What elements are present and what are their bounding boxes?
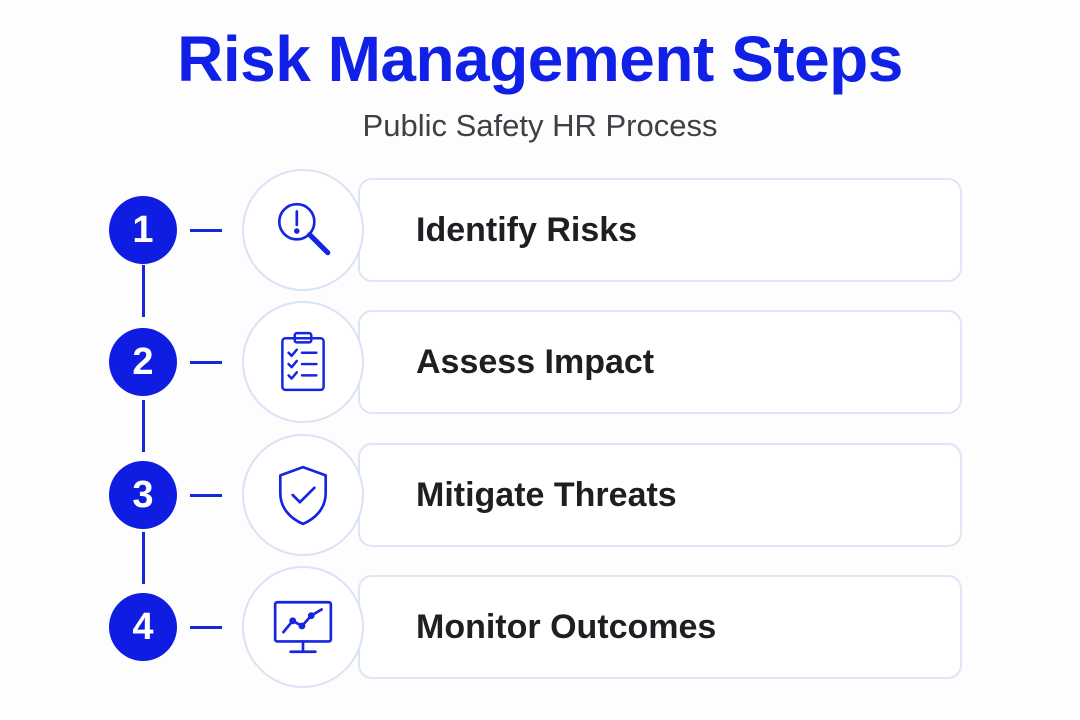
step-1: 1 Identify Risks: [0, 169, 1080, 291]
step-number-badge: 1: [109, 196, 177, 264]
step-connector: [190, 626, 222, 629]
step-number-badge: 2: [109, 328, 177, 396]
step-label: Identify Risks: [416, 211, 638, 249]
magnifier-alert-icon: [277, 202, 331, 256]
monitor-chart-icon: [273, 600, 333, 654]
step-connector: [190, 494, 222, 497]
page-title: Risk Management Steps: [177, 23, 903, 95]
step-number-badge: 4: [109, 593, 177, 661]
step-icon-circle: [242, 566, 364, 688]
step-icon-circle: [242, 301, 364, 423]
step-connector: [190, 361, 222, 364]
step-icon-circle: [242, 169, 364, 291]
step-label: Monitor Outcomes: [416, 608, 717, 646]
clipboard-checklist-icon: [281, 331, 325, 392]
step-connector: [190, 229, 222, 232]
shield-check-icon: [278, 465, 328, 526]
step-number-badge: 3: [109, 461, 177, 529]
page-subtitle: Public Safety HR Process: [362, 108, 718, 143]
step-2: 2 Assess Impact: [0, 301, 1080, 423]
step-3: 3 Mitigate Threats: [0, 434, 1080, 556]
step-icon-circle: [242, 434, 364, 556]
step-label: Assess Impact: [416, 343, 655, 381]
step-4: 4 Monitor Outcomes: [0, 566, 1080, 688]
step-label: Mitigate Threats: [416, 476, 677, 514]
